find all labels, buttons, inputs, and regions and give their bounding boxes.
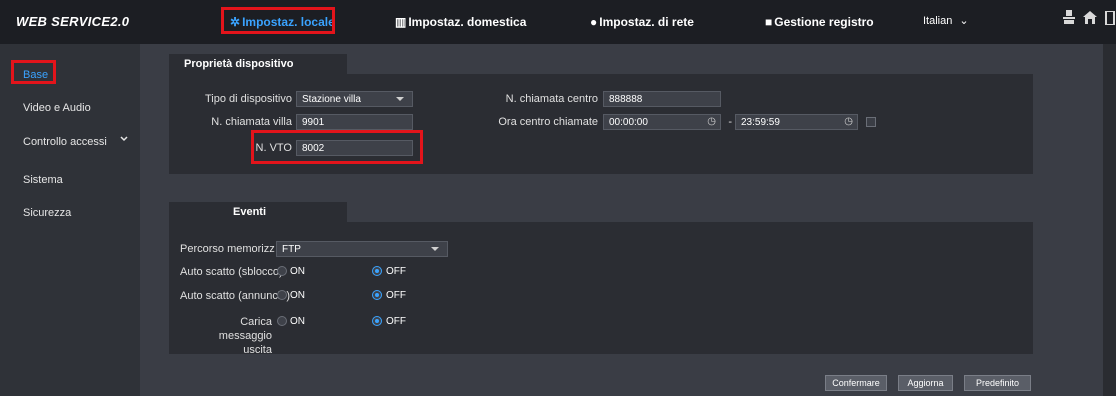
auto-snap-unlock-off-radio[interactable] [372, 266, 382, 276]
highlight-box-sidebar [11, 60, 56, 84]
auto-snap-announce-on-radio[interactable] [277, 290, 287, 300]
highlight-box-nav [221, 7, 335, 34]
highlight-box-vto [251, 130, 423, 164]
building-icon: ▥ [395, 15, 407, 29]
nav-log-management-label: Gestione registro [774, 15, 874, 29]
time-separator: - [728, 116, 732, 128]
auto-snap-unlock-on-radio[interactable] [277, 266, 287, 276]
upload-exit-message-on-radio[interactable] [277, 316, 287, 326]
clock-icon[interactable]: ◷ [707, 116, 716, 127]
nav-network-settings[interactable]: ● Impostaz. di rete [590, 0, 694, 44]
log-icon: ■ [765, 15, 773, 29]
globe-icon: ● [590, 15, 598, 29]
auto-snap-announce-on-label: ON [290, 290, 305, 301]
time-start-input[interactable]: 00:00:00 ◷ [603, 114, 721, 130]
sidebar-item-access-control[interactable]: Controllo accessi [23, 136, 107, 148]
language-label: Italian [923, 15, 953, 27]
device-type-value: Stazione villa [302, 93, 361, 105]
upload-exit-message-on-label: ON [290, 316, 305, 327]
language-select[interactable]: Italian ⌄ [923, 14, 969, 27]
time-start-value: 00:00:00 [609, 116, 648, 128]
app-logo: WEB SERVICE2.0 [16, 14, 130, 29]
nav-home-settings-label: Impostaz. domestica [408, 15, 527, 29]
center-call-label: N. chiamata centro [505, 93, 598, 105]
storage-path-label: Percorso memorizz [180, 243, 275, 255]
device-type-select[interactable]: Stazione villa [296, 91, 413, 107]
upload-exit-message-off-label: OFF [386, 316, 406, 327]
refresh-button[interactable]: Aggiorna [898, 375, 953, 391]
user-icon[interactable] [1063, 10, 1075, 27]
sidebar-item-system[interactable]: Sistema [23, 174, 63, 186]
sidebar-item-video-audio[interactable]: Video e Audio [23, 102, 91, 114]
sidebar-item-security[interactable]: Sicurezza [23, 207, 71, 219]
tab-device-properties: Proprietà dispositivo [169, 54, 347, 74]
auto-snap-announce-off-label: OFF [386, 290, 406, 301]
device-type-label: Tipo di dispositivo [204, 93, 292, 105]
auto-snap-unlock-off-label: OFF [386, 266, 406, 277]
auto-snap-announce-label: Auto scatto (annuncio) [180, 290, 291, 302]
tab-events: Eventi [169, 202, 347, 222]
logout-icon[interactable] [1105, 10, 1115, 28]
chevron-down-icon [396, 97, 404, 101]
time-enable-checkbox[interactable] [866, 117, 876, 127]
call-center-time-label: Ora centro chiamate [498, 116, 598, 128]
default-button[interactable]: Predefinito [964, 375, 1031, 391]
auto-snap-unlock-on-label: ON [290, 266, 305, 277]
storage-path-value: FTP [282, 243, 301, 255]
nav-network-settings-label: Impostaz. di rete [599, 15, 694, 29]
chevron-down-icon [431, 247, 439, 251]
villa-call-input[interactable]: 9901 [296, 114, 413, 130]
top-bar: WEB SERVICE2.0 ✲ Impostaz. locale ▥ Impo… [0, 0, 1116, 44]
confirm-button[interactable]: Confermare [825, 375, 887, 391]
auto-snap-announce-off-radio[interactable] [372, 290, 382, 300]
nav-home-settings[interactable]: ▥ Impostaz. domestica [395, 0, 526, 44]
center-call-input[interactable]: 888888 [603, 91, 721, 107]
nav-log-management[interactable]: ■ Gestione registro [765, 0, 874, 44]
clock-icon[interactable]: ◷ [844, 116, 853, 127]
chevron-down-icon: ⌄ [959, 15, 969, 27]
upload-exit-message-label: Carica messaggio uscita [218, 316, 272, 356]
home-icon[interactable] [1083, 11, 1097, 27]
time-end-input[interactable]: 23:59:59 ◷ [735, 114, 858, 130]
time-end-value: 23:59:59 [741, 116, 780, 128]
scrollbar[interactable] [1103, 44, 1116, 396]
chevron-down-icon[interactable] [120, 134, 128, 146]
sidebar: Base Video e Audio Controllo accessi Sis… [0, 44, 140, 396]
storage-path-select[interactable]: FTP [276, 241, 448, 257]
upload-exit-message-off-radio[interactable] [372, 316, 382, 326]
auto-snap-unlock-label: Auto scatto (sblocco) [180, 266, 283, 278]
villa-call-label: N. chiamata villa [211, 116, 292, 128]
